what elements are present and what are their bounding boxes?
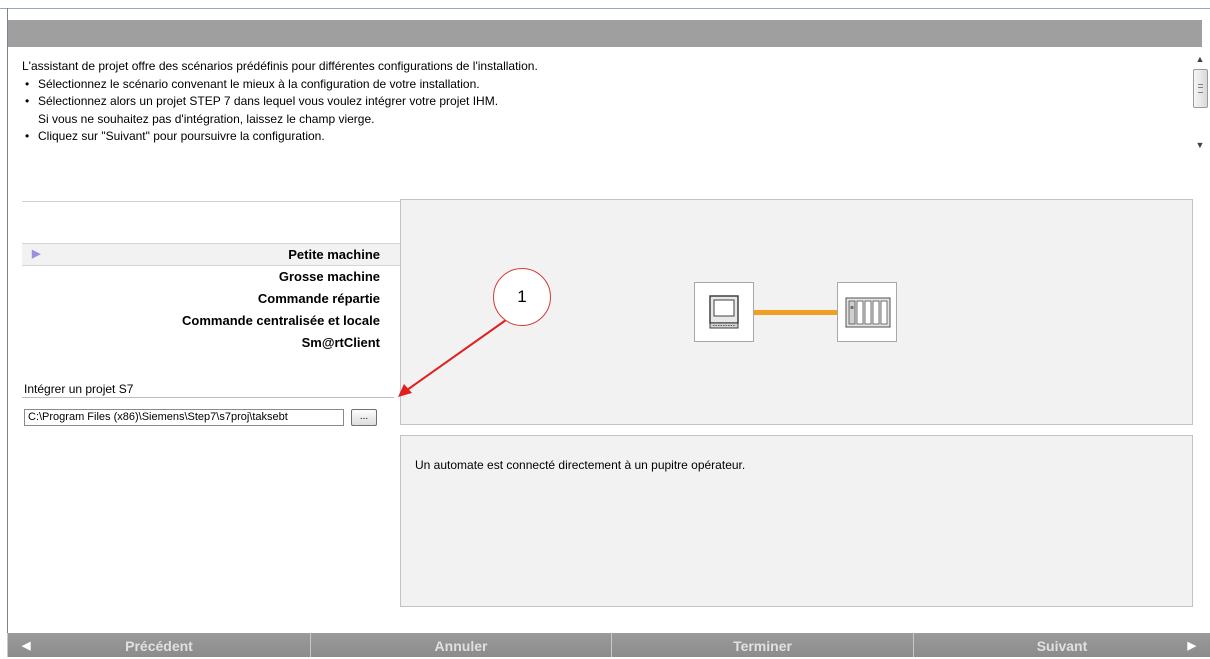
operator-panel-icon (694, 282, 754, 342)
finish-button[interactable]: Terminer (611, 633, 913, 657)
scenario-divider (22, 201, 400, 202)
scenario-item-grosse-machine[interactable]: Grosse machine (22, 266, 400, 288)
window-left-edge (7, 8, 8, 635)
scroll-down-arrow-icon[interactable]: ▼ (1192, 138, 1208, 152)
intro-bullet: • Sélectionnez alors un projet STEP 7 dan… (22, 93, 1182, 111)
selected-play-icon: ▶ (32, 248, 41, 260)
bullet-icon: • (25, 129, 30, 143)
plc-rack-icon (837, 282, 897, 342)
intro-text: L'assistant de projet offre des scénario… (22, 58, 1182, 146)
cancel-button[interactable]: Annuler (310, 633, 611, 657)
intro-bullet: • Cliquez sur "Suivant" pour poursuivre l… (22, 128, 1182, 146)
intro-bullet: • Sélectionnez le scénario convenant le m… (22, 76, 1182, 94)
bullet-icon: • (25, 94, 30, 108)
connection-line (754, 310, 837, 315)
right-arrow-icon: ▶ (1187, 640, 1196, 652)
wizard-header-bar (8, 20, 1202, 47)
s7-project-path-field[interactable]: C:\Program Files (x86)\Siemens\Step7\s7p… (24, 409, 344, 426)
next-button[interactable]: Suivant ▶ (913, 633, 1210, 657)
scenario-list: ▶ Petite machine Grosse machine Commande… (22, 243, 406, 354)
window-top-edge (0, 0, 1210, 9)
s7-project-label: Intégrer un projet S7 (24, 382, 134, 396)
previous-button[interactable]: ◀ Précédent (7, 633, 310, 657)
scroll-grip-icon (1198, 84, 1203, 93)
scenario-item-commande-centralisee[interactable]: Commande centralisée et locale (22, 310, 400, 332)
scenario-description: Un automate est connecté directement à u… (415, 458, 746, 472)
scenario-item-petite-machine[interactable]: ▶ Petite machine (22, 243, 406, 266)
wizard-footer: ◀ Précédent Annuler Terminer Suivant ▶ (7, 633, 1210, 657)
scenario-description-panel: Un automate est connecté directement à u… (400, 435, 1193, 607)
scenario-item-commande-repartie[interactable]: Commande répartie (22, 288, 400, 310)
intro-bullets: • Sélectionnez le scénario convenant le m… (22, 76, 1182, 146)
intro-lead: L'assistant de projet offre des scénario… (22, 59, 538, 73)
browse-button[interactable]: ... (351, 409, 377, 426)
intro-bullet-subline: Si vous ne souhaitez pas d'intégration, … (38, 111, 375, 126)
scrollbar-thumb[interactable] (1193, 69, 1208, 108)
scroll-up-arrow-icon[interactable]: ▲ (1192, 52, 1208, 66)
bullet-icon: • (25, 76, 30, 91)
s7-divider (22, 397, 394, 398)
callout-badge: 1 (493, 268, 551, 326)
scenario-item-smartclient[interactable]: Sm@rtClient (22, 332, 400, 354)
left-arrow-icon: ◀ (22, 640, 31, 652)
intro-scrollbar[interactable]: ▲ ▼ (1192, 52, 1208, 154)
